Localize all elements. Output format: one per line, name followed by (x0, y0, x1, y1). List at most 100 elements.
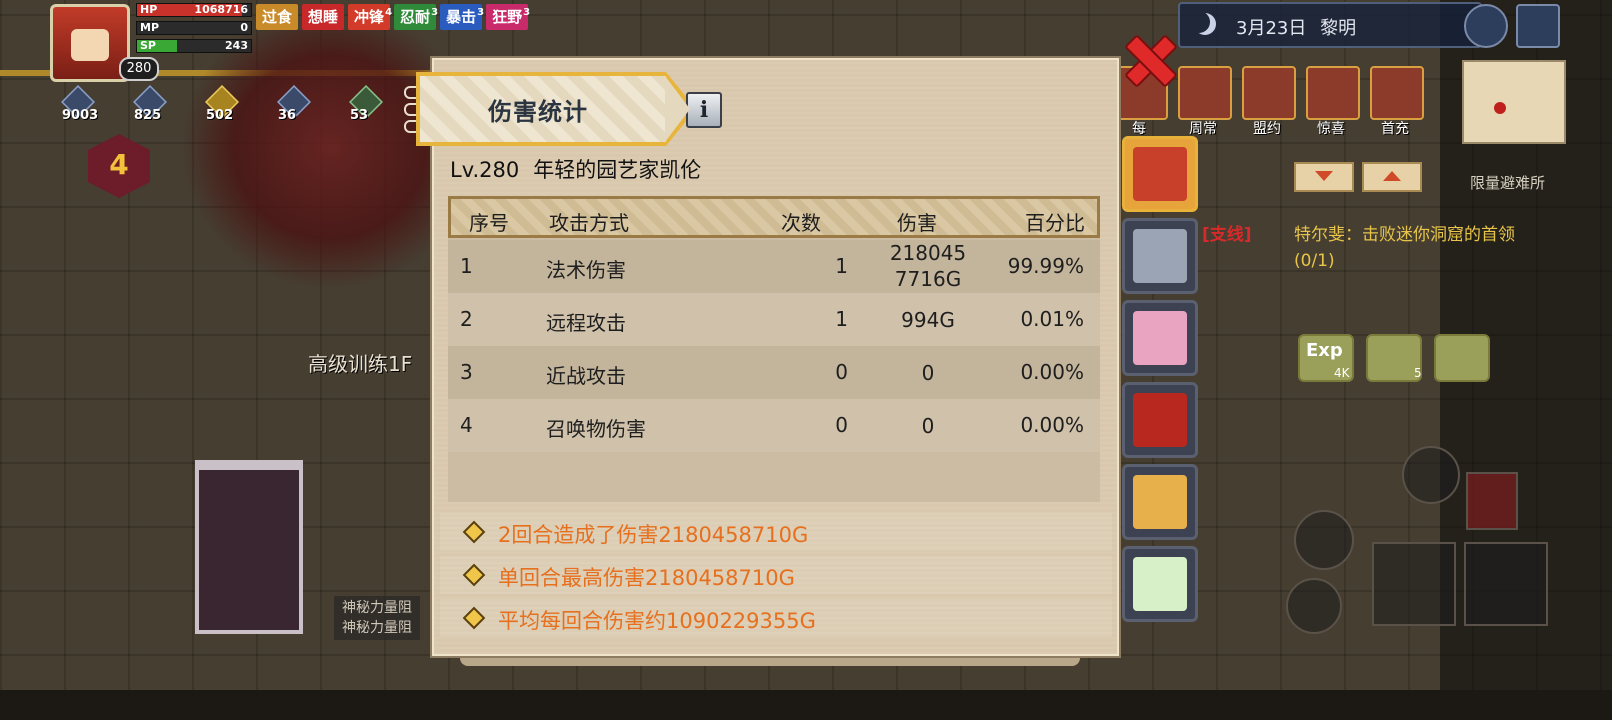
exp-label: Exp (1306, 340, 1343, 361)
table-row: 2 远程攻击 1 994G 0.01% (448, 293, 1100, 346)
summary-line: 2回合造成了伤害2180458710G (440, 513, 1112, 551)
resource-count: 53 (350, 108, 369, 123)
buff-label: 狂野 (492, 8, 523, 26)
diamond-bullet-icon (462, 520, 486, 544)
party-member-gardener[interactable] (1122, 136, 1198, 212)
row-damage: 218045 7716G (858, 240, 998, 292)
date-time-text: 3月23日 黎明 (1236, 14, 1356, 40)
buff-crit[interactable]: 暴击 3 (440, 4, 484, 30)
hp-label: HP (140, 3, 158, 16)
event-covenant-button[interactable]: 盟约 (1238, 66, 1296, 137)
row-percent: 0.01% (1020, 307, 1084, 331)
buff-wild[interactable]: 狂野 3 (486, 4, 530, 30)
row-attack-type: 召唤物伤害 (546, 417, 646, 441)
scene-bottom-wall (0, 690, 1612, 720)
buff-stack-count: 3 (523, 7, 531, 18)
mystic-line: 神秘力量阻 (342, 620, 412, 636)
row-damage: 994G (901, 308, 955, 332)
buff-label: 想睡 (308, 8, 339, 26)
party-member-blonde-girl[interactable] (1122, 464, 1198, 540)
buff-stack-count: 3 (477, 7, 485, 18)
date-time-bar: 3月23日 黎明 (1178, 2, 1482, 48)
buff-label: 冲锋 (354, 8, 385, 26)
header-attack-type: 攻击方式 (549, 211, 629, 235)
row-index: 2 (460, 307, 473, 331)
event-first-charge-button[interactable]: 首充 (1366, 66, 1424, 137)
player-face (71, 29, 109, 61)
collapse-up-button[interactable] (1362, 162, 1422, 192)
hp-value: 1068716 (194, 3, 248, 16)
summary-text: 2回合造成了伤害2180458710G (498, 523, 809, 547)
buff-overeat[interactable]: 过食 (256, 4, 299, 30)
row-count: 1 (835, 307, 848, 331)
resource-count: 502 (206, 108, 234, 123)
header-count: 次数 (781, 211, 821, 235)
refuge-label: 限量避难所 (1470, 174, 1546, 192)
damage-table: 序号 攻击方式 次数 伤害 百分比 1 法术伤害 1 218045 7716G … (448, 196, 1100, 502)
buff-label: 过食 (262, 8, 293, 26)
info-button[interactable]: i (686, 92, 722, 128)
table-row: 1 法术伤害 1 218045 7716G 99.99% (448, 240, 1100, 293)
item-slot[interactable]: 5 (1366, 334, 1422, 382)
panel-title: 伤害统计 (488, 98, 588, 126)
resource-count: 36 (278, 108, 297, 123)
summary-text: 平均每回合伤害约1090229355G (498, 609, 816, 633)
character-avatar-icon (1133, 229, 1187, 283)
resource-item: 825 (128, 85, 192, 126)
summary-line: 单回合最高伤害2180458710G (440, 556, 1112, 594)
character-line: Lv.280 年轻的园艺家凯伦 (450, 154, 701, 184)
exp-slot[interactable]: Exp 4K (1298, 334, 1354, 382)
buff-list: 过食 想睡 冲锋 4 忍耐 3 暴击 3 狂野 3 (256, 4, 530, 30)
minimap[interactable] (1462, 60, 1566, 144)
hp-bar: HP 1068716 (136, 3, 252, 17)
gift-icon (1306, 66, 1360, 120)
row-count: 1 (835, 254, 848, 278)
buff-sleepy[interactable]: 想睡 (302, 4, 345, 30)
globe-icon[interactable] (1464, 4, 1508, 48)
character-level: Lv.280 (450, 158, 520, 182)
row-percent: 0.00% (1020, 360, 1084, 384)
party-member-antler-spirit[interactable] (1122, 546, 1198, 622)
player-portrait[interactable] (50, 4, 130, 82)
party-member-mech-dragon[interactable] (1122, 218, 1198, 294)
summary-line: 平均每回合伤害约1090229355G (440, 599, 1112, 637)
collapse-down-button[interactable] (1294, 162, 1354, 192)
row-index: 1 (460, 254, 473, 278)
quest-tracker[interactable]: [支线] 特尔斐：击败迷你洞窟的首领 (0/1) (1202, 222, 1515, 274)
fire-skill-icon[interactable] (1466, 472, 1518, 530)
sp-value: 243 (225, 39, 248, 52)
buff-charge[interactable]: 冲锋 4 (348, 4, 392, 30)
character-avatar-icon (1133, 311, 1187, 365)
row-damage-line: 218045 (889, 241, 967, 265)
party-member-pink-nurse[interactable] (1122, 300, 1198, 376)
row-damage-line: 7716G (894, 267, 962, 291)
buff-endure[interactable]: 忍耐 3 (394, 4, 438, 30)
row-count: 0 (835, 360, 848, 384)
character-avatar-icon (1133, 147, 1187, 201)
mystic-line: 神秘力量阻 (342, 600, 412, 616)
sp-bar: SP 243 (136, 39, 252, 53)
potion-slot[interactable] (1434, 334, 1490, 382)
mp-bar: MP 0 (136, 21, 252, 35)
mystic-power-notice: 神秘力量阻 神秘力量阻 (334, 596, 420, 640)
target-icon[interactable] (1402, 446, 1460, 504)
row-attack-type: 远程攻击 (546, 311, 626, 335)
exit-icon[interactable] (1516, 4, 1560, 48)
close-button[interactable] (1124, 34, 1178, 88)
party-member-witch[interactable] (1122, 382, 1198, 458)
header-damage: 伤害 (897, 211, 937, 235)
buff-label: 忍耐 (400, 8, 431, 26)
swap-icon[interactable] (1286, 578, 1342, 634)
sword-attack-icon[interactable] (1372, 542, 1456, 626)
buff-stack-count: 3 (431, 7, 439, 18)
header-percent: 百分比 (1025, 211, 1085, 235)
player-level-badge: 280 (119, 57, 159, 81)
bow-attack-icon[interactable] (1464, 542, 1548, 626)
player-marker (1494, 102, 1506, 114)
hand-interact-icon[interactable] (1294, 510, 1354, 570)
diamond-bullet-icon (462, 606, 486, 630)
event-weekly-button[interactable]: 周常 (1174, 66, 1232, 137)
event-surprise-button[interactable]: 惊喜 (1302, 66, 1360, 137)
character-name: 年轻的园艺家凯伦 (533, 158, 702, 182)
quest-tag: [支线] (1202, 225, 1252, 245)
